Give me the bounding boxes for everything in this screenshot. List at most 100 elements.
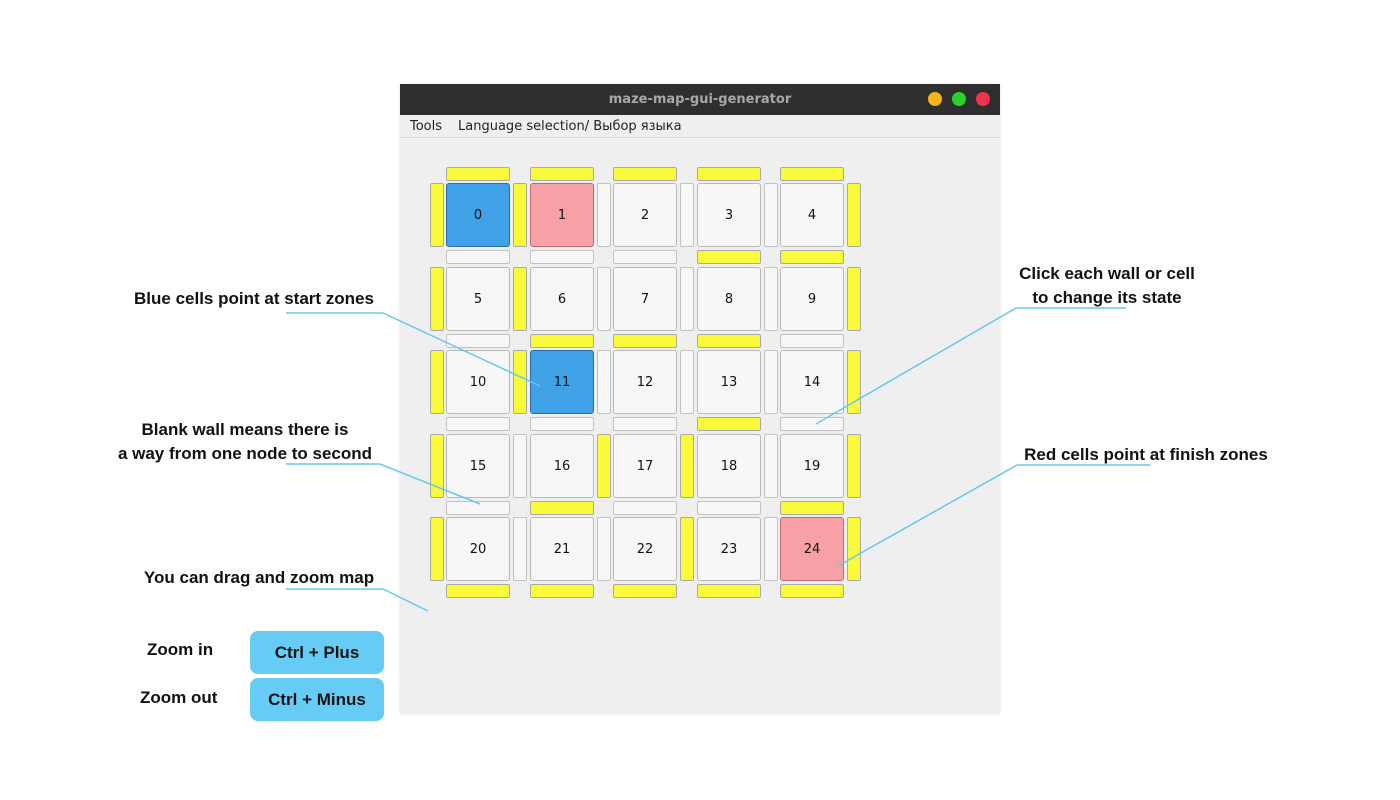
maze-wall-vertical[interactable]	[513, 183, 527, 247]
maze-cell-22[interactable]: 22	[613, 517, 677, 581]
maze-cell-1[interactable]: 1	[530, 183, 594, 247]
maze-wall-horizontal[interactable]	[697, 417, 761, 431]
maze-wall-vertical[interactable]	[680, 183, 694, 247]
maze-wall-vertical[interactable]	[430, 517, 444, 581]
title-bar[interactable]: maze-map-gui-generator	[400, 84, 1000, 115]
maze-wall-horizontal[interactable]	[530, 250, 594, 264]
maze-cell-12[interactable]: 12	[613, 350, 677, 414]
maze-map-canvas[interactable]: 0 1 2 3 4 5 6 7 8 9 10 11 12 13 14 15 16 17 18 19 20 21 22 23 24	[400, 138, 1000, 714]
maze-wall-horizontal[interactable]	[446, 584, 510, 598]
maze-wall-horizontal[interactable]	[613, 167, 677, 181]
maze-wall-vertical[interactable]	[764, 267, 778, 331]
maze-wall-vertical[interactable]	[513, 350, 527, 414]
maze-wall-vertical[interactable]	[430, 434, 444, 498]
maze-wall-horizontal[interactable]	[780, 167, 844, 181]
annotation-blank-line2: a way from one node to second	[117, 444, 373, 463]
maze-wall-horizontal[interactable]	[697, 334, 761, 348]
menu-tools[interactable]: Tools	[400, 119, 442, 134]
maze-wall-vertical[interactable]	[680, 434, 694, 498]
maze-wall-horizontal[interactable]	[697, 250, 761, 264]
maze-wall-horizontal[interactable]	[613, 334, 677, 348]
maze-wall-horizontal[interactable]	[530, 167, 594, 181]
maze-cell-6[interactable]: 6	[530, 267, 594, 331]
maze-wall-horizontal[interactable]	[780, 501, 844, 515]
maze-wall-vertical[interactable]	[764, 517, 778, 581]
maze-cell-24[interactable]: 24	[780, 517, 844, 581]
maze-wall-vertical[interactable]	[513, 434, 527, 498]
zoom-out-shortcut-badge: Ctrl + Minus	[250, 678, 384, 721]
maze-cell-20[interactable]: 20	[446, 517, 510, 581]
maze-cell-3[interactable]: 3	[697, 183, 761, 247]
maze-wall-vertical[interactable]	[680, 517, 694, 581]
maze-wall-horizontal[interactable]	[613, 417, 677, 431]
maze-wall-vertical[interactable]	[430, 350, 444, 414]
maze-wall-horizontal[interactable]	[530, 417, 594, 431]
maze-cell-9[interactable]: 9	[780, 267, 844, 331]
maze-wall-horizontal[interactable]	[613, 250, 677, 264]
maze-wall-vertical[interactable]	[764, 350, 778, 414]
maze-cell-23[interactable]: 23	[697, 517, 761, 581]
maze-cell-17[interactable]: 17	[613, 434, 677, 498]
maze-wall-horizontal[interactable]	[780, 584, 844, 598]
maze-cell-21[interactable]: 21	[530, 517, 594, 581]
maze-wall-vertical[interactable]	[847, 517, 861, 581]
maze-wall-vertical[interactable]	[847, 267, 861, 331]
maze-wall-vertical[interactable]	[430, 267, 444, 331]
maze-wall-horizontal[interactable]	[446, 167, 510, 181]
maze-wall-vertical[interactable]	[847, 350, 861, 414]
zoom-in-label: Zoom in	[147, 640, 214, 659]
maze-wall-horizontal[interactable]	[697, 501, 761, 515]
maze-wall-vertical[interactable]	[764, 183, 778, 247]
maze-cell-7[interactable]: 7	[613, 267, 677, 331]
minimize-icon[interactable]	[928, 92, 942, 106]
maze-wall-vertical[interactable]	[513, 517, 527, 581]
maze-wall-vertical[interactable]	[597, 350, 611, 414]
menu-language-selection[interactable]: Language selection/ Выбор языка	[442, 119, 682, 134]
maze-wall-vertical[interactable]	[847, 183, 861, 247]
maze-cell-16[interactable]: 16	[530, 434, 594, 498]
maze-wall-horizontal[interactable]	[613, 584, 677, 598]
maze-cell-11[interactable]: 11	[530, 350, 594, 414]
zoom-out-label: Zoom out	[140, 688, 218, 707]
maze-wall-horizontal[interactable]	[780, 250, 844, 264]
maze-wall-horizontal[interactable]	[446, 501, 510, 515]
maze-wall-horizontal[interactable]	[697, 584, 761, 598]
maze-wall-vertical[interactable]	[680, 267, 694, 331]
maze-wall-vertical[interactable]	[847, 434, 861, 498]
maze-cell-18[interactable]: 18	[697, 434, 761, 498]
maze-cell-0[interactable]: 0	[446, 183, 510, 247]
maze-wall-vertical[interactable]	[597, 517, 611, 581]
maze-wall-horizontal[interactable]	[780, 417, 844, 431]
maze-wall-vertical[interactable]	[513, 267, 527, 331]
maze-wall-horizontal[interactable]	[697, 167, 761, 181]
maze-wall-horizontal[interactable]	[613, 501, 677, 515]
maze-wall-vertical[interactable]	[597, 183, 611, 247]
maze-cell-13[interactable]: 13	[697, 350, 761, 414]
maze-wall-horizontal[interactable]	[780, 334, 844, 348]
maze-cell-2[interactable]: 2	[613, 183, 677, 247]
annotation-blank-line1: Blank wall means there is	[141, 420, 349, 439]
maze-cell-14[interactable]: 14	[780, 350, 844, 414]
maze-cell-8[interactable]: 8	[697, 267, 761, 331]
close-icon[interactable]	[976, 92, 990, 106]
maze-wall-horizontal[interactable]	[446, 417, 510, 431]
maze-wall-vertical[interactable]	[764, 434, 778, 498]
maze-cell-4[interactable]: 4	[780, 183, 844, 247]
maze-wall-horizontal[interactable]	[446, 334, 510, 348]
maze-wall-horizontal[interactable]	[446, 250, 510, 264]
maze-wall-horizontal[interactable]	[530, 334, 594, 348]
maze-wall-vertical[interactable]	[430, 183, 444, 247]
maze-wall-horizontal[interactable]	[530, 584, 594, 598]
zoom-in-shortcut-badge: Ctrl + Plus	[250, 631, 384, 674]
annotation-click-line1: Click each wall or cell	[1019, 264, 1195, 283]
maze-wall-vertical[interactable]	[680, 350, 694, 414]
maze-cell-15[interactable]: 15	[446, 434, 510, 498]
maze-cell-19[interactable]: 19	[780, 434, 844, 498]
maximize-icon[interactable]	[952, 92, 966, 106]
maze-wall-vertical[interactable]	[597, 267, 611, 331]
maze-cell-5[interactable]: 5	[446, 267, 510, 331]
annotation-red-cells: Red cells point at finish zones	[1024, 445, 1268, 464]
maze-wall-vertical[interactable]	[597, 434, 611, 498]
maze-cell-10[interactable]: 10	[446, 350, 510, 414]
maze-wall-horizontal[interactable]	[530, 501, 594, 515]
